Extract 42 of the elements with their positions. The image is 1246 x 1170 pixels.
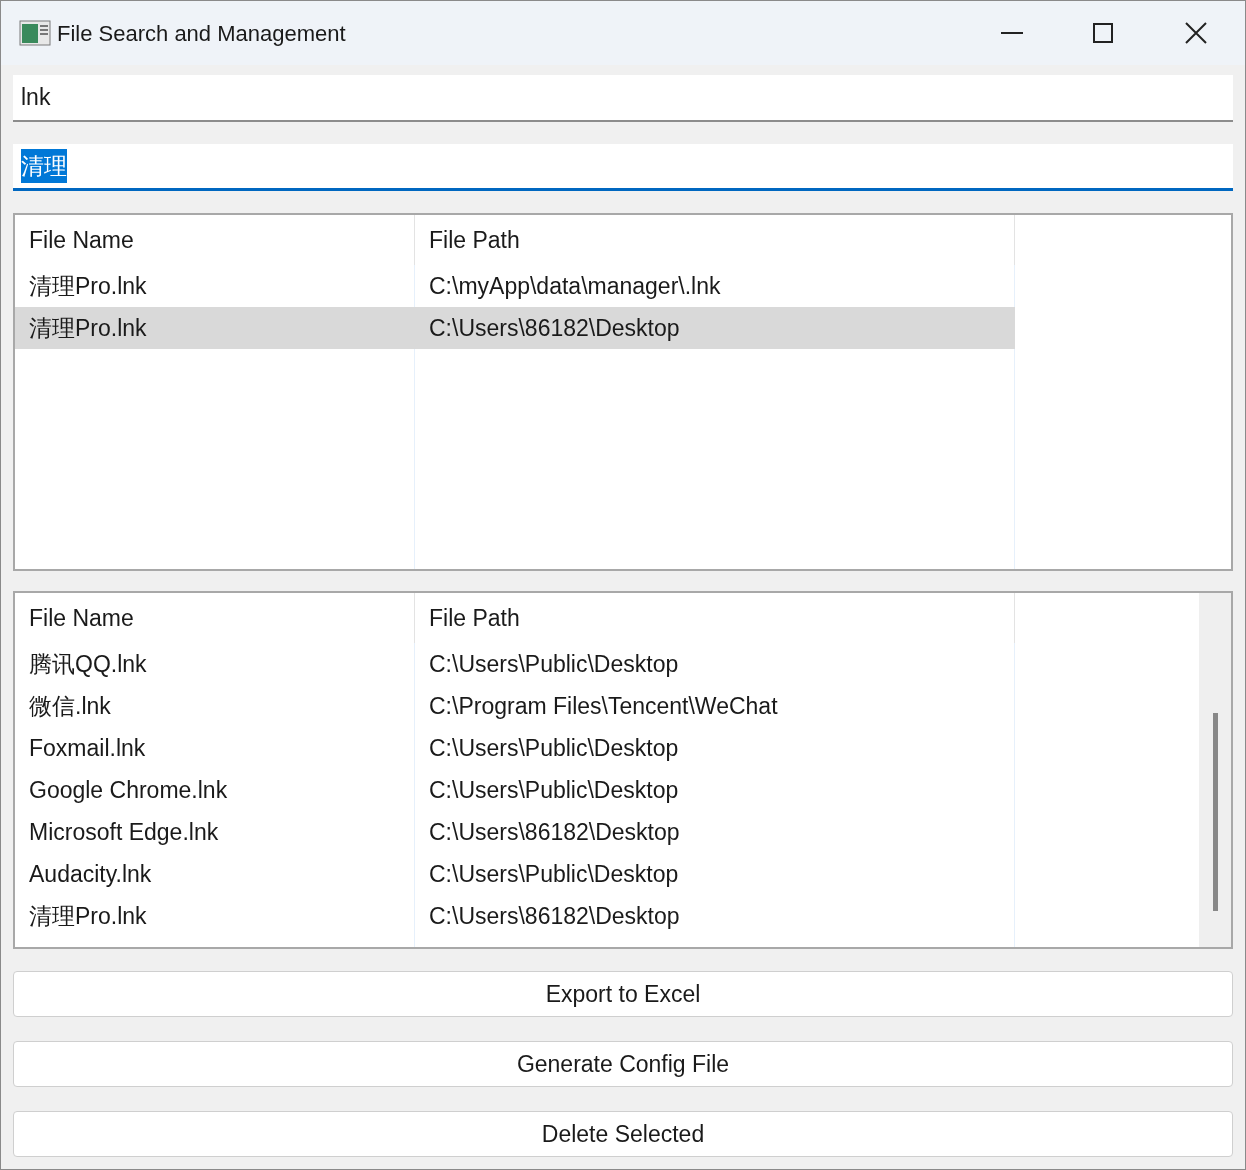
file-row[interactable]: 微信.lnk C:\Program Files\Tencent\WeChat (15, 685, 1015, 727)
app-icon (19, 20, 51, 46)
file-name: 微信.lnk (28, 691, 112, 721)
file-row[interactable]: 清理Pro.lnk C:\Users\86182\Desktop (15, 895, 1015, 937)
maximize-icon[interactable] (1093, 23, 1113, 43)
file-row[interactable]: Microsoft Edge.lnk C:\Users\86182\Desktop (15, 811, 1015, 853)
file-row[interactable]: Audacity.lnk C:\Users\Public\Desktop (15, 853, 1015, 895)
file-row[interactable]: Google Chrome.lnk C:\Users\Public\Desktop (15, 769, 1015, 811)
file-path: C:\myApp\data\manager\.lnk (428, 271, 722, 301)
action-button[interactable]: Generate Config File (13, 1041, 1233, 1087)
file-name: 清理Pro.lnk (28, 271, 148, 301)
file-name: 腾讯QQ.lnk (28, 649, 148, 679)
file-path: C:\Program Files\Tencent\WeChat (428, 691, 779, 721)
file-path: C:\Users\Public\Desktop (428, 859, 680, 889)
action-button[interactable]: Delete Selected (13, 1111, 1233, 1157)
file-path: C:\Users\86182\Desktop (428, 901, 681, 931)
file-path: C:\Users\Public\Desktop (428, 775, 680, 805)
scrollbar-thumb[interactable] (1212, 713, 1218, 911)
file-row[interactable]: 腾讯QQ.lnk C:\Users\Public\Desktop (15, 643, 1015, 685)
file-name: 清理Pro.lnk (28, 313, 148, 343)
file-name: Microsoft Edge.lnk (28, 817, 220, 847)
file-row[interactable]: 清理Pro.lnk C:\Users\86182\Desktop (15, 307, 1015, 349)
scrollbar[interactable] (1199, 593, 1231, 947)
search-field[interactable]: lnk (13, 75, 1233, 122)
file-path: C:\Users\86182\Desktop (428, 313, 681, 343)
search-field[interactable]: 清理 (13, 144, 1233, 191)
window-title: File Search and Management (57, 19, 346, 48)
file-row[interactable]: Foxmail.lnk C:\Users\Public\Desktop (15, 727, 1015, 769)
column-header[interactable]: File Name (15, 593, 415, 643)
file-path: C:\Users\86182\Desktop (428, 817, 681, 847)
close-icon[interactable] (1185, 22, 1207, 44)
file-name: 清理Pro.lnk (28, 901, 148, 931)
file-name: Google Chrome.lnk (28, 775, 229, 805)
column-header[interactable]: File Path (415, 215, 1015, 265)
column-header[interactable]: File Name (15, 215, 415, 265)
file-name: Foxmail.lnk (28, 733, 147, 763)
file-name: Audacity.lnk (28, 859, 153, 889)
file-path: C:\Users\Public\Desktop (428, 733, 680, 763)
column-header[interactable]: File Path (415, 593, 1015, 643)
action-button[interactable]: Export to Excel (13, 971, 1233, 1017)
file-path: C:\Users\Public\Desktop (428, 649, 680, 679)
file-row[interactable]: 清理Pro.lnk C:\myApp\data\manager\.lnk (15, 265, 1015, 307)
